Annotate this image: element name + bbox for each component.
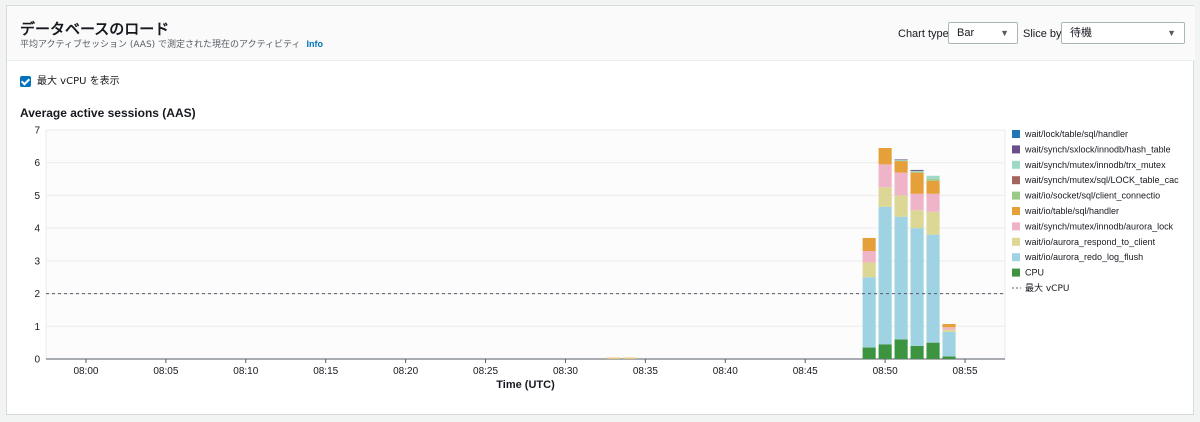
bar-segment	[878, 187, 892, 207]
bar-segment	[942, 327, 956, 330]
bar-segment	[926, 175, 940, 180]
bar-segment	[862, 251, 876, 263]
legend-swatch	[1012, 237, 1020, 246]
bar-segment	[862, 237, 876, 252]
bar-segment	[894, 159, 908, 161]
bar-segment	[894, 195, 908, 217]
x-tick-label: 08:05	[153, 366, 178, 377]
x-tick-label: 08:35	[633, 366, 658, 377]
x-axis-title: Time (UTC)	[496, 379, 555, 391]
x-tick-label: 08:25	[473, 366, 498, 377]
legend-swatch	[1012, 253, 1020, 262]
bar-segment	[622, 358, 636, 359]
legend-label: wait/io/aurora_redo_log_flush	[1024, 252, 1143, 262]
x-tick-label: 08:00	[73, 366, 98, 377]
bar-segment	[942, 329, 956, 332]
y-tick-label: 7	[34, 126, 40, 137]
bar-segment	[910, 228, 924, 346]
bar-segment	[910, 169, 924, 171]
y-tick-label: 2	[34, 289, 40, 300]
db-load-panel: データベースのロード 平均アクティブセッション (AAS) で測定された現在のア…	[6, 5, 1195, 415]
bar-segment	[606, 358, 620, 359]
bar-segment	[910, 170, 924, 173]
x-tick-label: 08:20	[393, 366, 418, 377]
bar-segment	[606, 357, 620, 359]
bar-segment	[942, 331, 956, 357]
bar-segment	[942, 356, 956, 359]
bar-segment	[910, 210, 924, 229]
legend-swatch	[1012, 222, 1020, 231]
x-tick-label: 08:30	[553, 366, 578, 377]
bar-segment	[926, 234, 940, 343]
legend-swatch	[1012, 160, 1020, 169]
y-tick-label: 6	[34, 158, 40, 169]
legend-swatch	[1012, 191, 1020, 200]
bar-segment	[926, 179, 940, 181]
legend-swatch	[1012, 176, 1020, 185]
bar-segment	[910, 172, 924, 194]
y-tick-label: 4	[34, 224, 40, 235]
bar-segment	[910, 345, 924, 359]
legend-swatch	[1012, 130, 1020, 138]
bar-segment	[862, 277, 876, 348]
x-tick-label: 08:50	[873, 366, 898, 377]
y-tick-label: 1	[34, 322, 40, 333]
legend-swatch	[1012, 207, 1020, 215]
legend-label: wait/io/aurora_respond_to_client	[1024, 237, 1156, 247]
bar-segment	[862, 347, 876, 359]
legend-label: CPU	[1025, 268, 1044, 278]
legend-swatch	[1012, 268, 1020, 277]
bar-segment	[942, 323, 956, 328]
bar-segment	[878, 164, 892, 188]
bar-segment	[894, 161, 908, 173]
bar-segment	[894, 160, 908, 162]
legend-label: 最大 vCPU	[1025, 282, 1070, 294]
y-tick-label: 3	[34, 256, 40, 267]
legend-label: wait/io/table/sql/handler	[1024, 206, 1119, 216]
aas-chart: 0 1 2 3 4 5 6 7 08:00 08:05 08:10 08:15 08:20 08:25 08…	[34, 126, 1179, 392]
plot-area	[45, 129, 1006, 360]
legend-label: wait/synch/mutex/sql/LOCK_table_cac	[1024, 175, 1179, 185]
bar-segment	[878, 344, 892, 359]
bar-segment	[926, 180, 940, 194]
bar-segment	[926, 193, 940, 212]
legend-swatch	[1012, 145, 1020, 154]
bar-segment	[862, 262, 876, 278]
legend-label: wait/io/socket/sql/client_connectio	[1024, 191, 1160, 201]
legend-label: wait/lock/table/sql/handler	[1024, 129, 1128, 139]
legend-label: wait/synch/mutex/innodb/aurora_lock	[1024, 221, 1174, 231]
bar-segment	[894, 339, 908, 359]
bar-segment	[878, 147, 892, 165]
legend-label: wait/synch/sxlock/innodb/hash_table	[1024, 144, 1171, 154]
x-tick-label: 08:45	[793, 366, 818, 377]
y-tick-label: 0	[34, 355, 40, 366]
bar-segment	[926, 211, 940, 235]
bar-segment	[894, 172, 908, 196]
legend-label: wait/synch/mutex/innodb/trx_mutex	[1024, 160, 1166, 170]
x-tick-label: 08:40	[713, 366, 738, 377]
x-tick-label: 08:15	[313, 366, 338, 377]
bar-segment	[622, 357, 636, 359]
bar-segment	[878, 206, 892, 345]
bar-segment	[926, 342, 940, 359]
y-tick-label: 5	[34, 191, 40, 202]
bar-segment	[894, 216, 908, 340]
x-tick-label: 08:55	[953, 366, 978, 377]
bar-segment	[910, 193, 924, 211]
x-tick-label: 08:10	[233, 366, 258, 377]
